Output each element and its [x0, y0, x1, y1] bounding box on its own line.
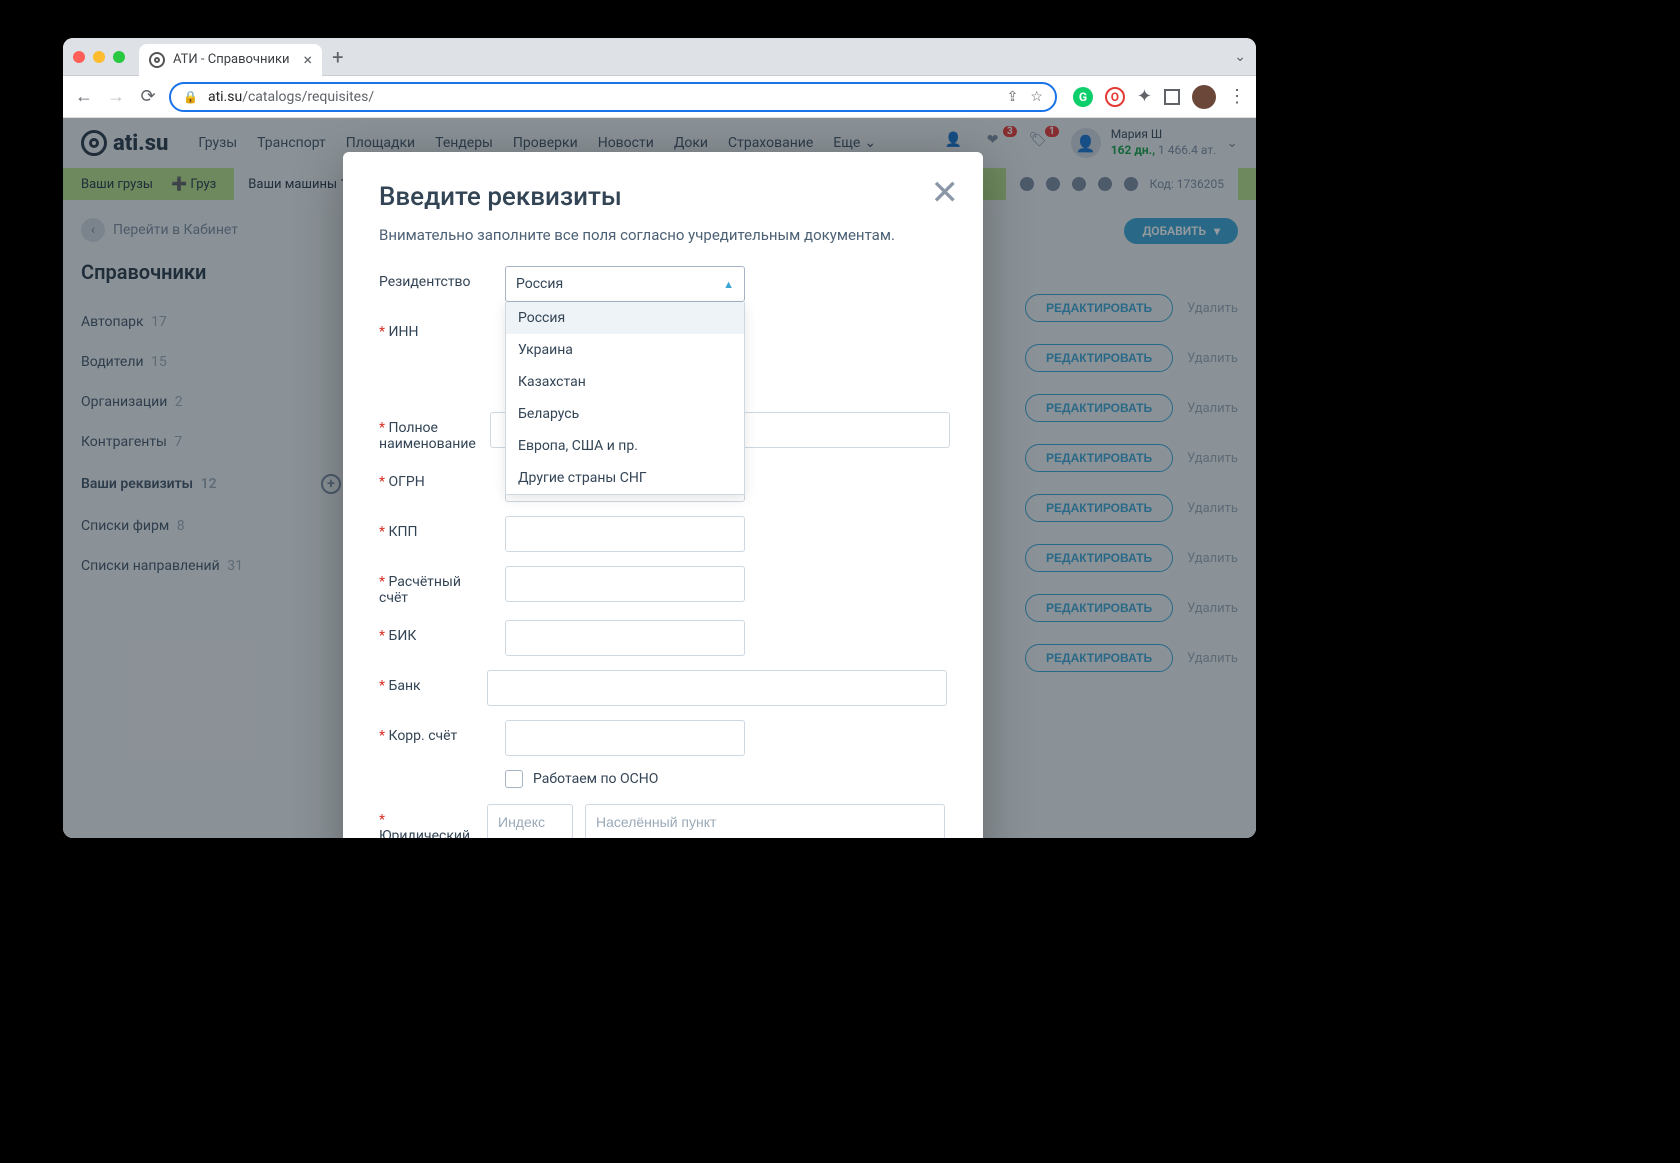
requisites-modal: ✕ Введите реквизиты Внимательно заполнит…: [343, 152, 983, 838]
label-residency: Резидентство: [379, 266, 491, 290]
caret-up-icon: ▲: [723, 278, 734, 291]
bank-input[interactable]: [487, 670, 947, 706]
kpp-input[interactable]: [505, 516, 745, 552]
back-button[interactable]: ←: [73, 86, 95, 107]
city-input[interactable]: [585, 804, 945, 838]
share-icon[interactable]: ⇪: [1007, 89, 1019, 105]
extensions-menu-icon[interactable]: ✦: [1137, 86, 1152, 107]
label-corr: Корр. счёт: [379, 720, 491, 744]
residency-option[interactable]: Беларусь: [506, 398, 744, 430]
side-panel-icon[interactable]: [1164, 89, 1180, 105]
bookmark-icon[interactable]: ☆: [1030, 89, 1043, 105]
macos-titlebar: АТИ - Справочники × + ⌄: [63, 38, 1256, 76]
modal-title: Введите реквизиты: [379, 182, 947, 212]
app-viewport: ati.su Грузы Транспорт Площадки Тендеры …: [63, 118, 1256, 838]
zoom-window[interactable]: [113, 51, 125, 63]
lock-icon: 🔒: [183, 90, 198, 104]
extensions: G O ✦ ⋮: [1073, 85, 1246, 109]
modal-subtitle: Внимательно заполните все поля согласно …: [379, 226, 947, 244]
browser-tab[interactable]: АТИ - Справочники ×: [139, 44, 322, 76]
tab-overflow-icon[interactable]: ⌄: [1234, 49, 1246, 65]
corr-input[interactable]: [505, 720, 745, 756]
label-legal-addr: Юридический адрес: [379, 804, 473, 838]
browser-window: АТИ - Справочники × + ⌄ ← → ⟳ 🔒 ati.su/c…: [63, 38, 1256, 838]
reload-button[interactable]: ⟳: [137, 86, 159, 107]
residency-option[interactable]: Россия: [506, 302, 744, 334]
browser-menu-icon[interactable]: ⋮: [1228, 86, 1246, 107]
acct-input[interactable]: [505, 566, 745, 602]
tab-title: АТИ - Справочники: [173, 52, 290, 67]
extension-adblock-icon[interactable]: O: [1105, 87, 1125, 107]
label-fullname: Полное наименование: [379, 412, 476, 452]
favicon-icon: [149, 52, 165, 68]
label-inn: ИНН: [379, 316, 491, 340]
residency-option[interactable]: Украина: [506, 334, 744, 366]
browser-toolbar: ← → ⟳ 🔒 ati.su/catalogs/requisites/ ⇪ ☆ …: [63, 76, 1256, 118]
label-bik: БИК: [379, 620, 491, 644]
osno-checkbox[interactable]: [505, 770, 523, 788]
close-tab-icon[interactable]: ×: [304, 50, 313, 69]
osno-label: Работаем по ОСНО: [533, 771, 658, 787]
residency-option[interactable]: Другие страны СНГ: [506, 462, 744, 494]
residency-dropdown: РоссияУкраинаКазахстанБеларусьЕвропа, СШ…: [505, 302, 745, 495]
profile-avatar[interactable]: [1192, 85, 1216, 109]
minimize-window[interactable]: [93, 51, 105, 63]
residency-select[interactable]: Россия ▲: [505, 266, 745, 302]
address-bar[interactable]: 🔒 ati.su/catalogs/requisites/ ⇪ ☆: [169, 82, 1057, 112]
extension-grammarly-icon[interactable]: G: [1073, 87, 1093, 107]
bik-input[interactable]: [505, 620, 745, 656]
forward-button: →: [105, 86, 127, 107]
window-controls: [73, 51, 125, 63]
label-acct: Расчётный счёт: [379, 566, 491, 606]
index-input[interactable]: [487, 804, 573, 838]
residency-value: Россия: [516, 276, 563, 292]
new-tab-button[interactable]: +: [332, 45, 343, 69]
residency-option[interactable]: Европа, США и пр.: [506, 430, 744, 462]
url-text: ati.su/catalogs/requisites/: [208, 89, 374, 105]
close-icon[interactable]: ✕: [931, 176, 960, 210]
close-window[interactable]: [73, 51, 85, 63]
label-ogrn: ОГРН: [379, 466, 491, 490]
label-kpp: КПП: [379, 516, 491, 540]
label-bank: Банк: [379, 670, 473, 694]
residency-option[interactable]: Казахстан: [506, 366, 744, 398]
